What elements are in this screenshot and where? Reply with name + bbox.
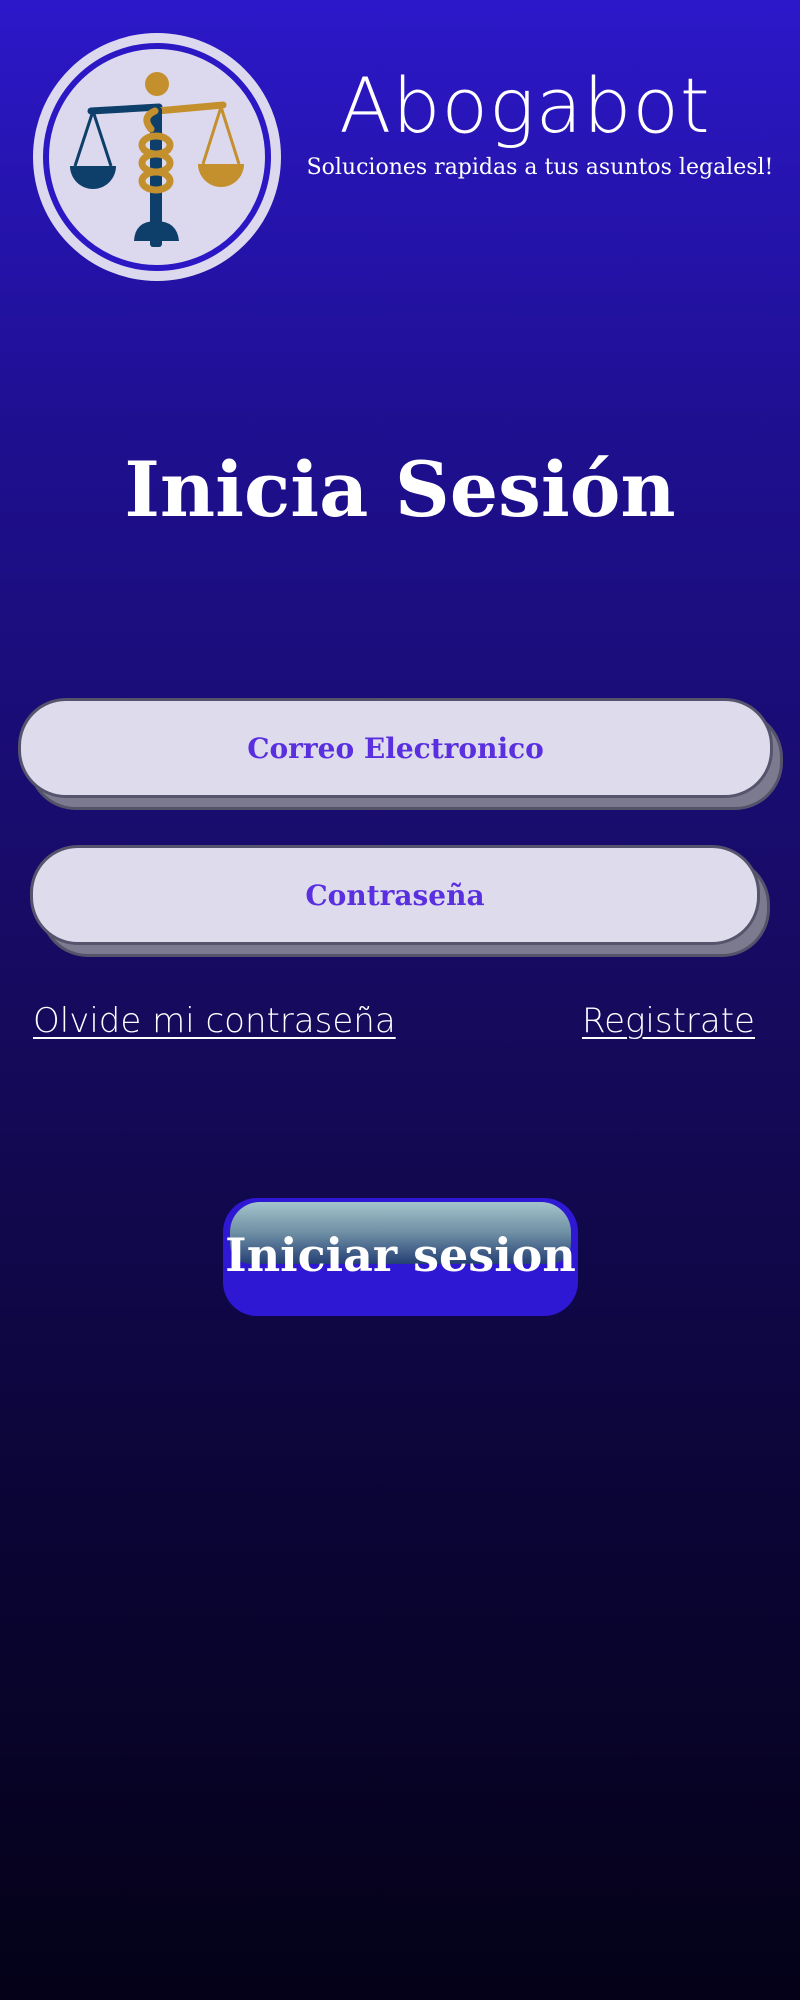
email-field[interactable]: Correo Electronico (18, 698, 773, 798)
password-field-placeholder: Contraseña (305, 878, 485, 912)
email-field-container: Correo Electronico (18, 698, 783, 810)
page-title: Inicia Sesión (124, 445, 676, 534)
logo (33, 33, 281, 281)
password-field[interactable]: Contraseña (30, 845, 760, 945)
forgot-password-link[interactable]: Olvide mi contraseña (33, 998, 396, 1044)
login-button-label: Iniciar sesion (225, 1228, 576, 1282)
scales-of-justice-icon (33, 33, 281, 281)
register-link[interactable]: Registrate (582, 998, 755, 1044)
app-tagline: Soluciones rapidas a tus asuntos legales… (306, 155, 774, 180)
login-button[interactable]: Iniciar sesion (223, 1198, 578, 1316)
email-field-placeholder: Correo Electronico (247, 731, 544, 765)
password-field-container: Contraseña (30, 845, 770, 957)
app-title: Abogabot (339, 61, 711, 150)
